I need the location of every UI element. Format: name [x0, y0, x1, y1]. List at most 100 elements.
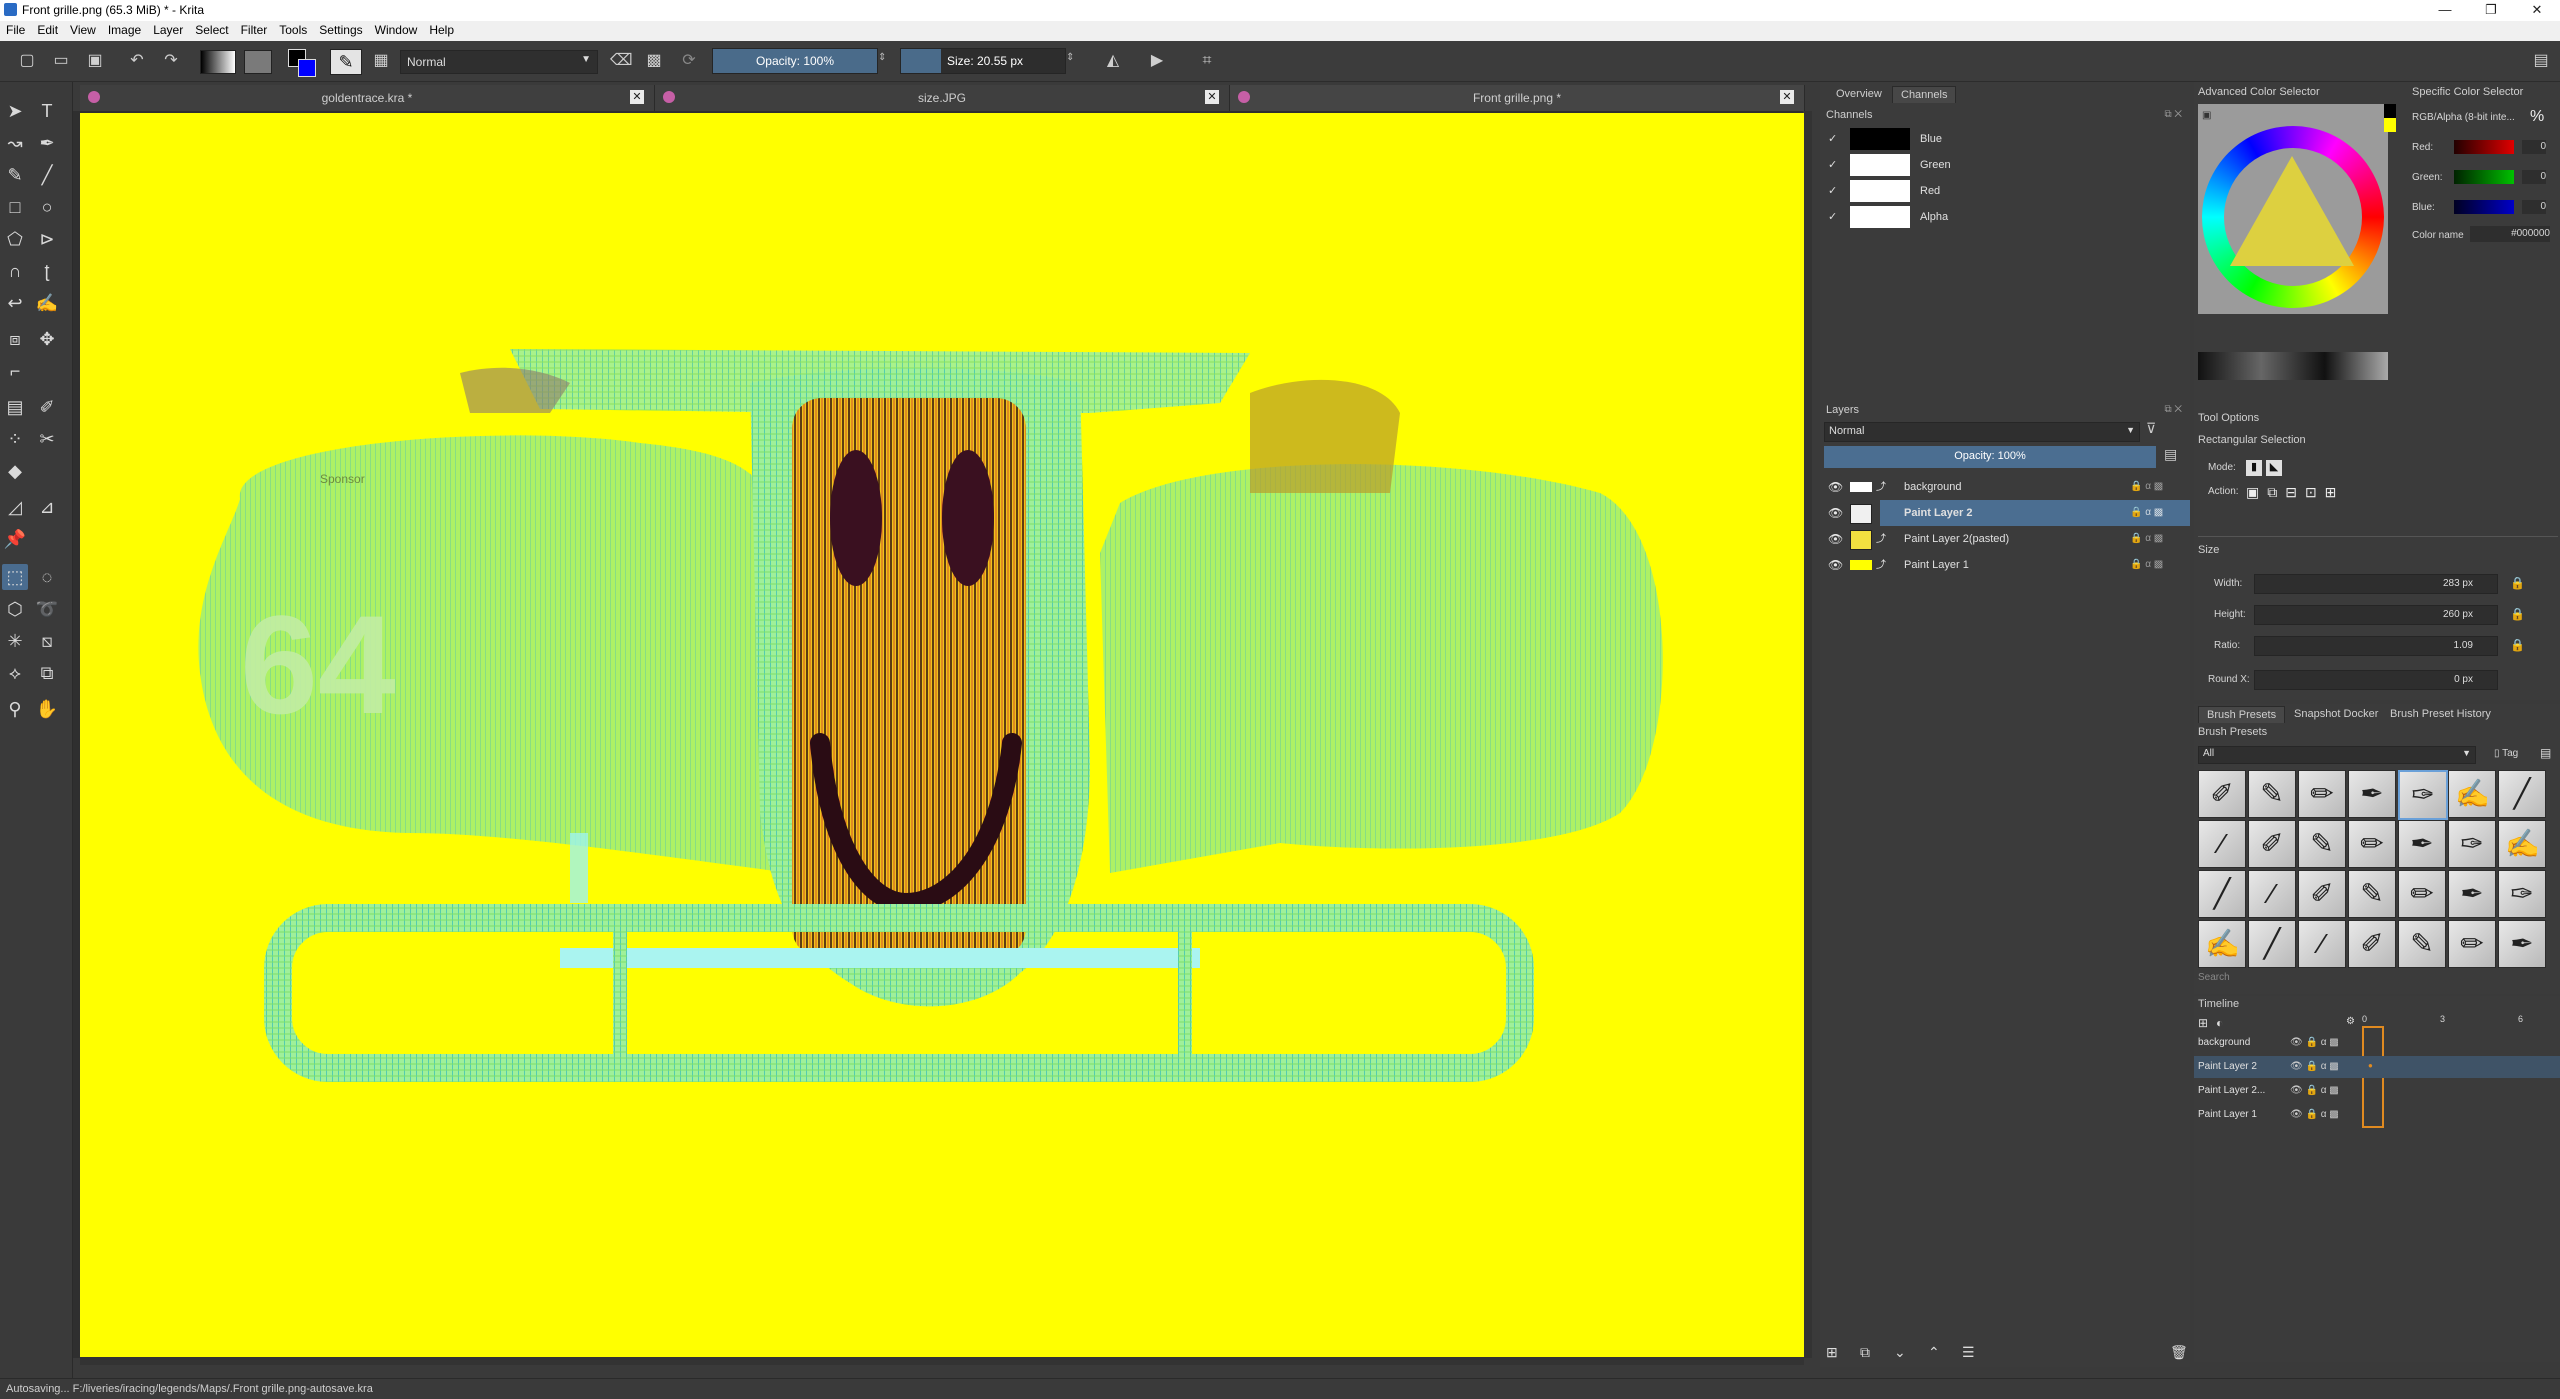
color-history-strip[interactable]: [2198, 352, 2388, 380]
timeline-row-paint-layer-2[interactable]: Paint Layer 2 👁 🔒 α ▩ ●: [2194, 1056, 2560, 1078]
move-tool-icon[interactable]: ✥: [34, 326, 60, 352]
timeline-layer-icons[interactable]: 👁 🔒 α ▩: [2290, 1037, 2339, 1048]
brush-search-input[interactable]: Search: [2198, 972, 2230, 983]
menu-filter[interactable]: Filter: [235, 21, 274, 37]
close-tab-icon[interactable]: ✕: [1780, 90, 1794, 104]
timeline-row-paint-layer-2-pasted[interactable]: Paint Layer 2... 👁 🔒 α ▩: [2194, 1080, 2560, 1102]
close-tab-icon[interactable]: ✕: [1205, 90, 1219, 104]
visibility-eye-icon[interactable]: 👁: [1828, 532, 1843, 546]
brush-preset-tile[interactable]: ╱: [2248, 920, 2296, 968]
tab-size-jpg[interactable]: size.JPG ✕: [655, 85, 1230, 111]
opacity-stepper[interactable]: ⇕: [878, 52, 886, 63]
docker-float-icon[interactable]: ⧉ ✕: [2164, 404, 2182, 415]
size-slider[interactable]: Size: 20.55 px: [900, 48, 1066, 74]
menu-image[interactable]: Image: [102, 21, 147, 37]
round-x-input[interactable]: 0 px: [2254, 670, 2498, 690]
width-input[interactable]: 283 px: [2254, 574, 2498, 594]
add-layer-icon[interactable]: ⊞: [1826, 1344, 1838, 1361]
lock-ratio-icon[interactable]: 🔒: [2510, 638, 2525, 652]
keyframe-dot-icon[interactable]: ●: [2368, 1061, 2373, 1070]
lock-height-icon[interactable]: 🔒: [2510, 607, 2525, 621]
assistant-tool-icon[interactable]: ⊿: [34, 494, 60, 520]
brush-preset-tile[interactable]: ✍: [2448, 770, 2496, 818]
mirror-vertical-icon[interactable]: ▶: [1148, 52, 1166, 70]
dynamic-brush-tool-icon[interactable]: ↩: [2, 290, 28, 316]
maximize-button[interactable]: ❐: [2468, 0, 2514, 21]
tab-goldentrace[interactable]: goldentrace.kra * ✕: [80, 85, 655, 111]
polyline-tool-icon[interactable]: ⊳: [34, 226, 60, 252]
zoom-tool-icon[interactable]: ⚲: [2, 696, 28, 722]
visibility-eye-icon[interactable]: 👁: [1828, 480, 1843, 494]
workspace-grid-icon[interactable]: ▦: [372, 52, 390, 70]
layer-row-paint-layer-1[interactable]: 👁 ⤴ Paint Layer 1 🔒 α ▩: [1820, 552, 2190, 578]
image-canvas[interactable]: 64 Sponsor: [80, 113, 1804, 1357]
eraser-icon[interactable]: ⌫: [610, 52, 633, 70]
similar-selection-tool-icon[interactable]: ⧅: [34, 628, 60, 654]
tab-overview[interactable]: Overview: [1828, 86, 1890, 102]
lock-width-icon[interactable]: 🔒: [2510, 576, 2525, 590]
channel-checkbox[interactable]: ✓: [1828, 158, 1837, 171]
brush-tag-filter-select[interactable]: All ▼: [2198, 746, 2476, 764]
freehand-brush-tool-icon[interactable]: ✎: [2, 162, 28, 188]
layer-opacity-slider[interactable]: Opacity: 100%: [1824, 446, 2156, 468]
menu-window[interactable]: Window: [369, 21, 424, 37]
menu-select[interactable]: Select: [189, 21, 234, 37]
brush-preset-tile[interactable]: ✏: [2398, 870, 2446, 918]
canvas-horizontal-scrollbar[interactable]: [80, 1357, 1804, 1365]
wrap-around-icon[interactable]: ⌗: [1198, 52, 1216, 70]
percent-icon[interactable]: %: [2530, 108, 2544, 126]
layer-lock-icons[interactable]: 🔒 α ▩: [2130, 559, 2163, 570]
brush-preset-tile[interactable]: ✏: [2448, 920, 2496, 968]
layer-properties-icon[interactable]: ☰: [1962, 1344, 1975, 1361]
edit-shapes-tool-icon[interactable]: ↝: [2, 130, 28, 156]
canvas-vertical-scrollbar[interactable]: [1804, 111, 1812, 1358]
undo-icon[interactable]: ↶: [128, 52, 146, 70]
brush-preset-tile[interactable]: ✐: [2248, 820, 2296, 868]
menu-settings[interactable]: Settings: [313, 21, 368, 37]
menu-tools[interactable]: Tools: [273, 21, 313, 37]
calligraphy-tool-icon[interactable]: ✒: [34, 130, 60, 156]
ratio-input[interactable]: 1.09: [2254, 636, 2498, 656]
channel-row-red[interactable]: ✓ Red: [1820, 178, 2190, 204]
tab-snapshot-docker[interactable]: Snapshot Docker: [2286, 706, 2386, 722]
selection-action-icons[interactable]: ▣⧉⊟⊡⊞: [2246, 484, 2344, 501]
redo-icon[interactable]: ↷: [162, 52, 180, 70]
timeline-row-background[interactable]: background 👁 🔒 α ▩: [2194, 1032, 2560, 1054]
blue-value-input[interactable]: 0: [2522, 200, 2546, 214]
open-folder-icon[interactable]: ▭: [52, 52, 70, 70]
color-name-input[interactable]: #000000: [2470, 226, 2550, 242]
smart-patch-tool-icon[interactable]: ✂: [34, 426, 60, 452]
brush-preset-tile[interactable]: ✑: [2398, 770, 2448, 820]
contiguous-selection-tool-icon[interactable]: ✳: [2, 628, 28, 654]
freehand-path-tool-icon[interactable]: ʈ: [34, 258, 60, 284]
select-shapes-tool-icon[interactable]: ➤: [2, 98, 28, 124]
selector-settings-icon[interactable]: ▣: [2202, 110, 2211, 121]
layer-lock-icons[interactable]: 🔒 α ▩: [2130, 481, 2163, 492]
transform-tool-icon[interactable]: ⧈: [2, 326, 28, 352]
timeline-settings-icon[interactable]: ⚙: [2346, 1016, 2355, 1027]
polygon-tool-icon[interactable]: ⬠: [2, 226, 28, 252]
brush-preset-tile[interactable]: ⁄: [2248, 870, 2296, 918]
brush-preset-tile[interactable]: ✒: [2398, 820, 2446, 868]
brush-preset-tile[interactable]: ⁄: [2298, 920, 2346, 968]
reference-images-tool-icon[interactable]: 📌: [2, 526, 28, 552]
menu-layer[interactable]: Layer: [147, 21, 189, 37]
move-layer-down-icon[interactable]: ⌄: [1894, 1344, 1906, 1361]
background-color-swatch[interactable]: [298, 59, 316, 77]
channel-row-green[interactable]: ✓ Green: [1820, 152, 2190, 178]
blend-mode-select[interactable]: Normal ▼: [400, 50, 598, 74]
blue-slider[interactable]: [2454, 200, 2514, 214]
timeline-row-paint-layer-1[interactable]: Paint Layer 1 👁 🔒 α ▩: [2194, 1104, 2560, 1126]
reload-preset-icon[interactable]: ⟳: [680, 52, 698, 70]
brush-preset-tile[interactable]: ✑: [2498, 870, 2546, 918]
brush-preset-tile[interactable]: ✎: [2348, 870, 2396, 918]
brush-preset-tile[interactable]: ✒: [2498, 920, 2546, 968]
brush-preset-tile[interactable]: ✐: [2298, 870, 2346, 918]
brush-view-icon[interactable]: ▤: [2540, 746, 2551, 760]
bezier-selection-tool-icon[interactable]: ⟡: [2, 660, 28, 686]
timeline-layer-icons[interactable]: 👁 🔒 α ▩: [2290, 1109, 2339, 1120]
visibility-eye-icon[interactable]: 👁: [1828, 506, 1843, 520]
magnetic-selection-tool-icon[interactable]: ⧉: [34, 660, 60, 686]
pan-tool-icon[interactable]: ✋: [34, 696, 60, 722]
brush-preset-tile[interactable]: ✐: [2348, 920, 2396, 968]
